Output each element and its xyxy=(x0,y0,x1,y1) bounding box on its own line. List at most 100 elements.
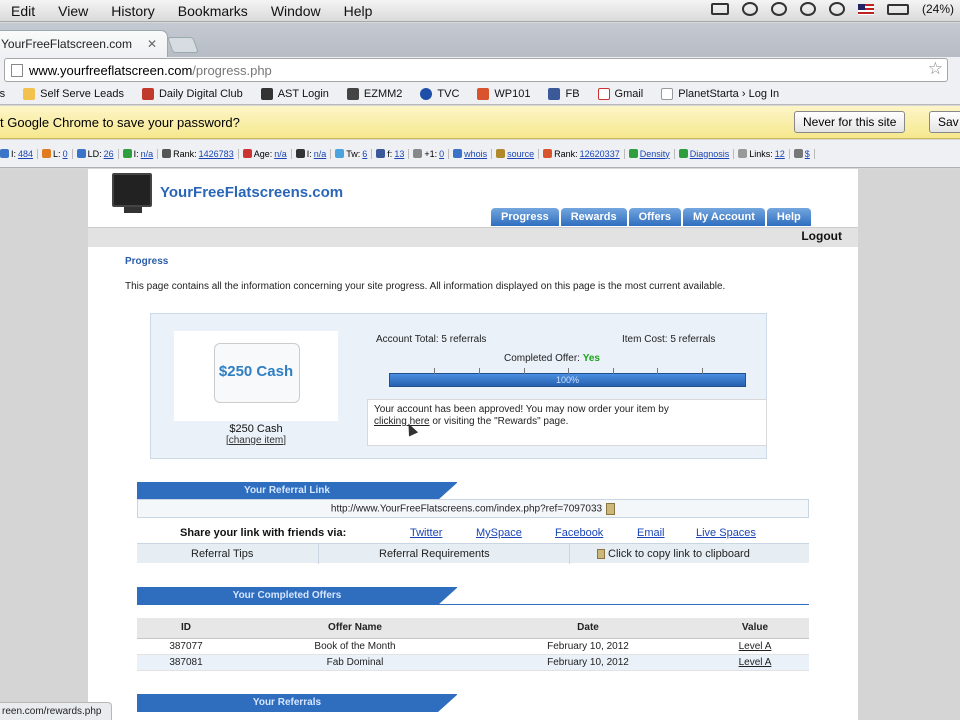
nav-progress[interactable]: Progress xyxy=(491,208,559,226)
seo-item[interactable]: source xyxy=(496,148,540,159)
bookmark-wp101[interactable]: WP101 xyxy=(477,87,530,100)
clipboard-icon xyxy=(597,549,605,560)
bookmark-daily-digital-club[interactable]: Daily Digital Club xyxy=(141,87,243,100)
battery-icon[interactable] xyxy=(886,3,909,15)
seo-value-link[interactable]: 26 xyxy=(104,149,114,159)
seo-value-link[interactable]: 6 xyxy=(362,149,367,159)
seo-label: f: xyxy=(387,148,393,159)
logout-link[interactable]: Logout xyxy=(801,229,842,243)
bookmark-ast-login[interactable]: AST Login xyxy=(260,87,329,100)
referral-requirements-link[interactable]: Referral Requirements xyxy=(379,548,490,560)
menu-edit[interactable]: Edit xyxy=(0,3,47,19)
completed-offer-value: Yes xyxy=(582,353,600,364)
browser-tab[interactable]: YourFreeFlatscreen.com ✕ xyxy=(0,30,168,57)
share-myspace-link[interactable]: MySpace xyxy=(476,527,522,539)
seo-item[interactable]: Tw: 6 xyxy=(335,148,373,159)
seo-value-link[interactable]: 0 xyxy=(63,149,68,159)
change-item-link[interactable]: change item xyxy=(229,435,283,446)
seo-item[interactable]: Age: n/a xyxy=(242,148,292,159)
table-row: 387081 Fab Dominal February 10, 2012 Lev… xyxy=(137,654,809,671)
nav-offers[interactable]: Offers xyxy=(628,208,681,226)
clipboard-icon[interactable] xyxy=(606,503,616,515)
referral-tips-link[interactable]: Referral Tips xyxy=(191,548,253,560)
nav-rewards[interactable]: Rewards xyxy=(560,208,627,226)
seo-item[interactable]: Links: 12 xyxy=(738,148,790,159)
bookmark-tvc[interactable]: TVC xyxy=(420,87,459,100)
change-item: [change item] xyxy=(225,435,287,446)
seo-value-link[interactable]: n/a xyxy=(314,149,327,159)
offer-value-link[interactable]: Level A xyxy=(739,657,772,668)
table-row: 387077 Book of the Month February 10, 20… xyxy=(137,638,809,655)
bookmark-label: PlanetStarta › Log In xyxy=(678,87,780,100)
seo-item[interactable]: f: 13 xyxy=(376,148,410,159)
sync-icon[interactable] xyxy=(741,2,758,16)
referral-url-box[interactable]: http://www.YourFreeFlatscreens.com/index… xyxy=(137,499,809,518)
bookmark-gmail[interactable]: Gmail xyxy=(597,87,643,100)
nav-my-account[interactable]: My Account xyxy=(682,208,765,226)
new-tab-button[interactable] xyxy=(167,37,199,53)
share-email-link[interactable]: Email xyxy=(637,527,665,539)
copy-to-clipboard[interactable]: Click to copy link to clipboard xyxy=(597,548,750,560)
seo-item[interactable]: $ xyxy=(793,148,815,159)
bookmark-ezmm2[interactable]: EZMM2 xyxy=(346,87,402,100)
menu-view[interactable]: View xyxy=(47,3,100,19)
menu-history[interactable]: History xyxy=(100,3,167,19)
col-date: Date xyxy=(475,618,701,639)
site-logo[interactable]: YourFreeFlatscreens.com xyxy=(160,184,343,201)
menu-window[interactable]: Window xyxy=(260,3,333,19)
click-here-link[interactable]: clicking here xyxy=(374,416,430,427)
seo-item[interactable]: I: 484 xyxy=(0,148,39,159)
copy-to-clipboard-label: Click to copy link to clipboard xyxy=(608,548,750,560)
bluetooth-icon[interactable] xyxy=(799,2,816,16)
time-machine-icon[interactable] xyxy=(770,2,787,16)
seo-item[interactable]: I: n/a xyxy=(122,148,159,159)
seo-item[interactable]: I: n/a xyxy=(295,148,332,159)
menu-bookmarks[interactable]: Bookmarks xyxy=(167,3,260,19)
bookmark-star-icon[interactable]: ☆ xyxy=(928,59,943,79)
seo-value-link[interactable]: 484 xyxy=(18,149,33,159)
close-tab-icon[interactable]: ✕ xyxy=(147,37,157,51)
wifi-icon[interactable] xyxy=(828,2,845,16)
seo-value-link[interactable]: 13 xyxy=(394,149,404,159)
address-bar[interactable]: www.yourfreeflatscreen.com/progress.php … xyxy=(4,58,948,82)
favicon-icon xyxy=(141,87,154,100)
referral-url[interactable]: http://www.YourFreeFlatscreens.com/index… xyxy=(331,504,602,515)
seo-label: LD: xyxy=(87,148,102,159)
bookmark-fb[interactable]: FB xyxy=(548,87,580,100)
share-live-spaces-link[interactable]: Live Spaces xyxy=(696,527,756,539)
seo-item[interactable]: Diagnosis xyxy=(678,148,735,159)
seo-value-link[interactable]: 0 xyxy=(439,149,444,159)
never-for-this-site-button[interactable]: Never for this site xyxy=(794,111,906,133)
bookmark-planetstarta[interactable]: PlanetStarta › Log In xyxy=(661,87,780,100)
seo-value-link[interactable]: $ xyxy=(805,149,810,159)
seo-item[interactable]: Rank: 12620337 xyxy=(543,148,625,159)
seo-value-link[interactable]: Density xyxy=(640,149,670,159)
seo-item[interactable]: +1: 0 xyxy=(413,148,450,159)
screen-record-icon[interactable] xyxy=(710,3,729,15)
seo-value-link[interactable]: 12620337 xyxy=(580,149,620,159)
nav-help[interactable]: Help xyxy=(766,208,811,226)
us-flag-icon[interactable] xyxy=(857,3,874,15)
seo-value-link[interactable]: source xyxy=(507,149,534,159)
seo-value-link[interactable]: 12 xyxy=(775,149,785,159)
seo-value-link[interactable]: n/a xyxy=(274,149,287,159)
seo-label: I: xyxy=(306,148,312,159)
seo-value-link[interactable]: Diagnosis xyxy=(690,149,730,159)
seo-item[interactable]: whois xyxy=(453,148,493,159)
share-facebook-link[interactable]: Facebook xyxy=(555,527,603,539)
seo-metric-icon xyxy=(76,149,86,158)
subnav-bar: Logout xyxy=(88,227,858,247)
seo-item[interactable]: Rank: 1426783 xyxy=(162,148,239,159)
seo-value-link[interactable]: n/a xyxy=(141,149,154,159)
seo-value-link[interactable]: whois xyxy=(464,149,487,159)
seo-value-link[interactable]: 1426783 xyxy=(199,149,234,159)
bookmark-partial[interactable]: rs xyxy=(0,88,5,100)
bookmark-self-serve-leads[interactable]: Self Serve Leads xyxy=(23,87,124,100)
seo-item[interactable]: L: 0 xyxy=(42,148,73,159)
save-password-button[interactable]: Sav xyxy=(929,111,960,133)
offer-value-link[interactable]: Level A xyxy=(739,641,772,652)
share-twitter-link[interactable]: Twitter xyxy=(410,527,442,539)
seo-item[interactable]: LD: 26 xyxy=(76,148,119,159)
menu-help[interactable]: Help xyxy=(333,3,385,19)
seo-item[interactable]: Density xyxy=(628,148,675,159)
